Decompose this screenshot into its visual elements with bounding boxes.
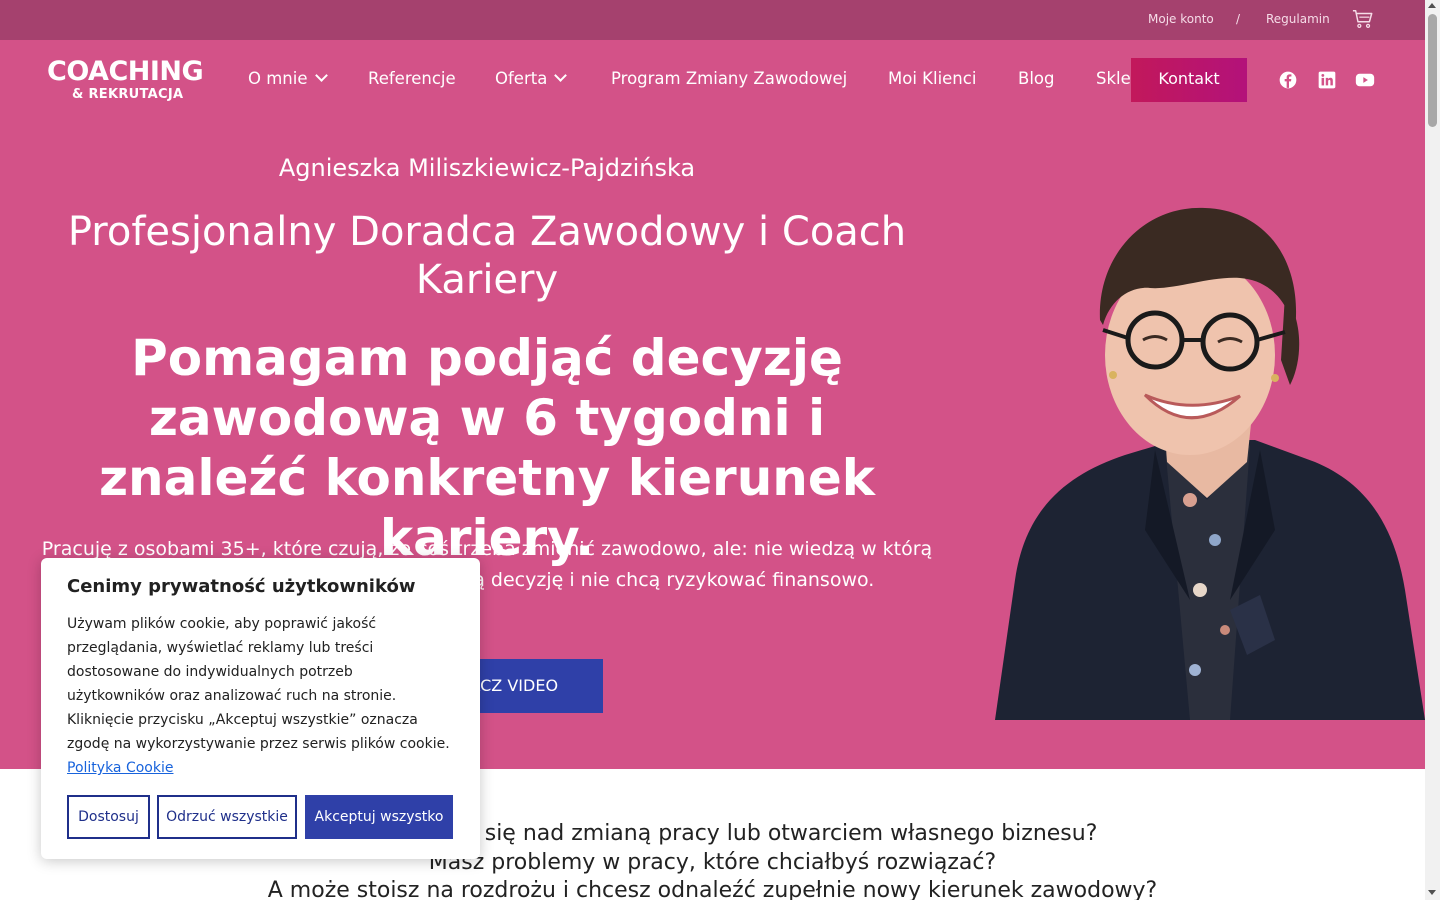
logo-main-text: COACHING (47, 56, 204, 87)
reject-all-button[interactable]: Odrzuć wszystkie (157, 795, 297, 839)
nav-item-career-program[interactable]: Program Zmiany Zawodowej (611, 69, 847, 88)
site-logo[interactable]: COACHING & REKRUTACJA (47, 56, 212, 106)
scroll-thumb[interactable] (1428, 14, 1437, 127)
page-scrollbar[interactable] (1425, 0, 1440, 900)
nav-item-clients[interactable]: Moi Klienci (888, 69, 976, 88)
nav-item-offer[interactable]: Oferta (495, 69, 568, 88)
contact-button[interactable]: Kontakt (1131, 58, 1247, 102)
linkedin-icon[interactable] (1317, 70, 1337, 90)
hero-name: Agnieszka Miliszkiewicz-Pajdzińska (278, 154, 696, 182)
nav-item-label: O mnie (248, 69, 308, 88)
intro-question-3: A może stoisz na rozdrożu i chcesz odnal… (267, 878, 1158, 900)
nav-item-label: Oferta (495, 69, 548, 88)
cart-icon[interactable] (1352, 8, 1374, 30)
nav-item-blog[interactable]: Blog (1018, 69, 1054, 88)
cookie-dialog-title: Cenimy prywatność użytkowników (67, 576, 416, 597)
top-utility-bar: Moje konto / Regulamin (0, 0, 1425, 40)
cookie-consent-dialog: Cenimy prywatność użytkowników Używam pl… (41, 558, 480, 859)
chevron-down-icon (314, 69, 328, 82)
topbar-separator: / (1236, 12, 1241, 26)
cookie-policy-link[interactable]: Polityka Cookie (67, 760, 173, 776)
hero-title: Profesjonalny Doradca Zawodowy i Coach K… (67, 209, 907, 303)
portrait-photo (995, 207, 1425, 720)
terms-link[interactable]: Regulamin (1266, 12, 1330, 26)
accept-all-button[interactable]: Akceptuj wszystko (305, 795, 453, 839)
youtube-icon[interactable] (1354, 70, 1376, 90)
nav-item-about[interactable]: O mnie (248, 69, 328, 88)
cookie-dialog-body: Używam plików cookie, aby poprawić jakoś… (67, 616, 450, 752)
main-header: COACHING & REKRUTACJA O mnie Referencje … (0, 40, 1425, 120)
facebook-icon[interactable] (1278, 70, 1298, 90)
my-account-link[interactable]: Moje konto (1148, 12, 1214, 26)
scroll-up-arrow-icon[interactable] (1428, 3, 1436, 8)
nav-item-references[interactable]: Referencje (368, 69, 456, 88)
chevron-down-icon (554, 69, 568, 82)
cookie-dialog-text: Używam plików cookie, aby poprawić jakoś… (67, 612, 452, 780)
customize-button[interactable]: Dostosuj (67, 795, 150, 839)
scroll-down-arrow-icon[interactable] (1428, 890, 1436, 895)
hero-headline: Pomagam podjąć decyzję zawodową w 6 tygo… (98, 329, 876, 567)
logo-sub-text: & REKRUTACJA (72, 87, 184, 102)
